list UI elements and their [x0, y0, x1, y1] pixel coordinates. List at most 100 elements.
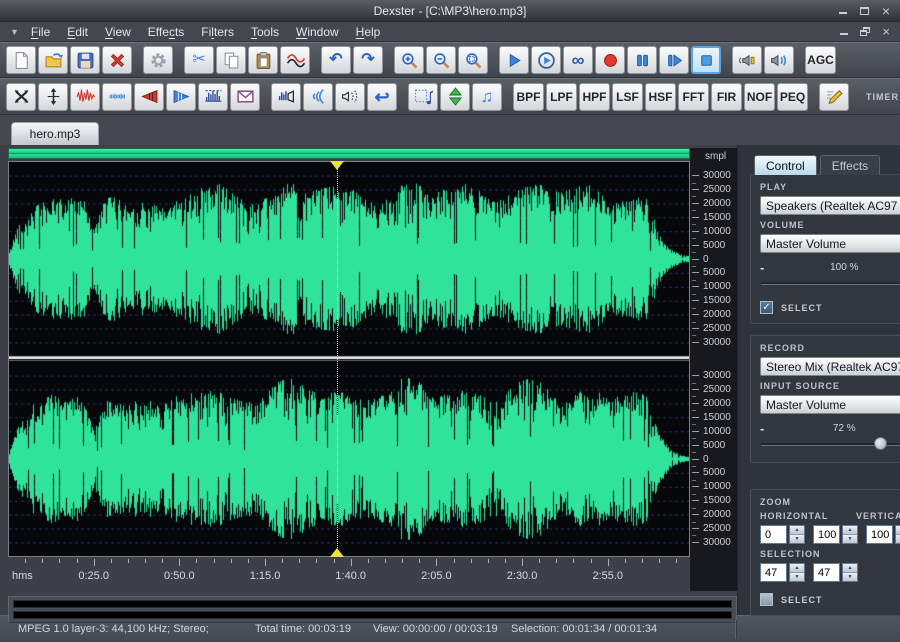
ruler-tick — [248, 559, 249, 563]
normalize-button[interactable] — [198, 83, 228, 111]
filter-hsf-button[interactable]: HSF — [645, 83, 676, 111]
invert-button[interactable] — [230, 83, 260, 111]
spin-down-icon[interactable]: ▼ — [790, 535, 804, 543]
resample-button[interactable] — [440, 83, 470, 111]
volume-device-select[interactable]: Master Volume ▼ — [760, 234, 900, 253]
cut-button[interactable]: ✂ — [184, 46, 214, 74]
id3-tag-button[interactable]: ♫ — [472, 83, 502, 111]
selection-end-value[interactable]: 47 — [813, 563, 840, 582]
menu-view[interactable]: View — [105, 25, 131, 39]
filter-lsf-button[interactable]: LSF — [612, 83, 643, 111]
document-tab[interactable]: hero.mp3 — [11, 122, 99, 145]
ruler-tick — [539, 559, 540, 563]
paste-button[interactable] — [248, 46, 278, 74]
close-file-button[interactable] — [102, 46, 132, 74]
noise-reduction-button[interactable] — [335, 83, 365, 111]
open-file-button[interactable] — [38, 46, 68, 74]
record-slider-handle[interactable] — [874, 437, 887, 450]
save-file-button[interactable] — [70, 46, 100, 74]
select-checkbox-play[interactable]: ✓ — [760, 301, 773, 314]
loop-button[interactable]: ∞ — [563, 46, 593, 74]
spin-up-icon[interactable]: ▲ — [843, 526, 857, 535]
fade-out-button[interactable] — [166, 83, 196, 111]
swap-channels-button[interactable] — [6, 83, 36, 111]
record-slider[interactable] — [761, 437, 900, 451]
child-close-icon[interactable]: × — [882, 25, 890, 38]
overview-bar[interactable] — [8, 148, 690, 159]
zoom-horizontal-offset-value[interactable]: 0 — [760, 525, 787, 544]
amplify-button[interactable] — [70, 83, 100, 111]
fade-in-button[interactable] — [134, 83, 164, 111]
spin-down-icon[interactable]: ▼ — [896, 535, 900, 543]
tab-control[interactable]: Control — [754, 155, 817, 175]
child-restore-icon[interactable] — [860, 27, 870, 36]
zoom-in-button[interactable] — [394, 46, 424, 74]
spin-down-icon[interactable]: ▼ — [843, 573, 857, 581]
playhead-marker-top-icon[interactable] — [330, 161, 344, 170]
spin-up-icon[interactable]: ▲ — [843, 564, 857, 573]
stop-button[interactable] — [691, 46, 721, 74]
new-file-button[interactable] — [6, 46, 36, 74]
zoom-selection-button[interactable] — [458, 46, 488, 74]
copy-button[interactable] — [216, 46, 246, 74]
reverse-button[interactable]: ↩ — [367, 83, 397, 111]
filter-fft-button[interactable]: FFT — [678, 83, 709, 111]
menu-effects[interactable]: Effects — [148, 25, 184, 39]
play-from-cursor-button[interactable] — [659, 46, 689, 74]
ruler-time-label: 0:50.0 — [164, 570, 195, 582]
menu-file[interactable]: File — [31, 25, 50, 39]
input-source-select[interactable]: Master Volume ▼ — [760, 395, 900, 414]
tab-effects[interactable]: Effects — [820, 155, 880, 175]
undo-button[interactable]: ↶ — [321, 46, 351, 74]
echo-button[interactable] — [303, 83, 333, 111]
menu-help[interactable]: Help — [356, 25, 381, 39]
volume-slider[interactable] — [761, 276, 900, 290]
filter-lpf-button[interactable]: LPF — [546, 83, 577, 111]
audio-out-button[interactable] — [764, 46, 794, 74]
spin-down-icon[interactable]: ▼ — [790, 573, 804, 581]
select-checkbox-zoom[interactable] — [760, 593, 773, 606]
edit-list-button[interactable] — [819, 83, 849, 111]
spin-up-icon[interactable]: ▲ — [790, 564, 804, 573]
filter-bpf-button[interactable]: BPF — [513, 83, 544, 111]
filter-hpf-button[interactable]: HPF — [579, 83, 610, 111]
tone-generator-button[interactable] — [408, 83, 438, 111]
settings-button[interactable] — [143, 46, 173, 74]
menu-tools[interactable]: Tools — [251, 25, 279, 39]
zoom-out-button[interactable] — [426, 46, 456, 74]
attenuate-button[interactable] — [102, 83, 132, 111]
zoom-horizontal-value[interactable]: 100 — [813, 525, 840, 544]
zoom-vertical-value[interactable]: 100 — [866, 525, 893, 544]
play-device-select[interactable]: Speakers (Realtek AC97 Au ▼ — [760, 196, 900, 215]
filter-peq-button[interactable]: PEQ — [777, 83, 808, 111]
spin-down-icon[interactable]: ▼ — [843, 535, 857, 543]
pause-button[interactable] — [627, 46, 657, 74]
spin-up-icon[interactable]: ▲ — [790, 526, 804, 535]
record-device-select[interactable]: Stereo Mix (Realtek AC97 A ▼ — [760, 357, 900, 376]
agc-button[interactable]: AGC — [805, 46, 836, 74]
child-minimize-icon[interactable] — [840, 26, 848, 38]
time-ruler[interactable]: hms 0:25.00:50.01:15.01:40.02:05.02:30.0… — [8, 559, 690, 589]
toolbar-separator — [261, 84, 270, 110]
menu-filters[interactable]: Filters — [201, 25, 234, 39]
minimize-icon[interactable] — [839, 5, 847, 17]
redo-button[interactable]: ↷ — [353, 46, 383, 74]
system-menu-icon[interactable]: ▼ — [10, 27, 19, 37]
play-button[interactable] — [499, 46, 529, 74]
center-channels-button[interactable] — [38, 83, 68, 111]
menu-window[interactable]: Window — [296, 25, 339, 39]
menu-edit[interactable]: Edit — [67, 25, 88, 39]
spin-up-icon[interactable]: ▲ — [896, 526, 900, 535]
trim-button[interactable] — [280, 46, 310, 74]
maximize-icon[interactable] — [860, 5, 869, 17]
playhead[interactable] — [337, 162, 338, 556]
play-all-button[interactable] — [531, 46, 561, 74]
insert-silence-button[interactable] — [271, 83, 301, 111]
close-icon[interactable]: × — [882, 4, 890, 18]
selection-start-value[interactable]: 47 — [760, 563, 787, 582]
filter-nof-button[interactable]: NOF — [744, 83, 775, 111]
playhead-marker-bottom-icon[interactable] — [330, 548, 344, 557]
record-button[interactable] — [595, 46, 625, 74]
filter-fir-button[interactable]: FIR — [711, 83, 742, 111]
audio-in-button[interactable] — [732, 46, 762, 74]
